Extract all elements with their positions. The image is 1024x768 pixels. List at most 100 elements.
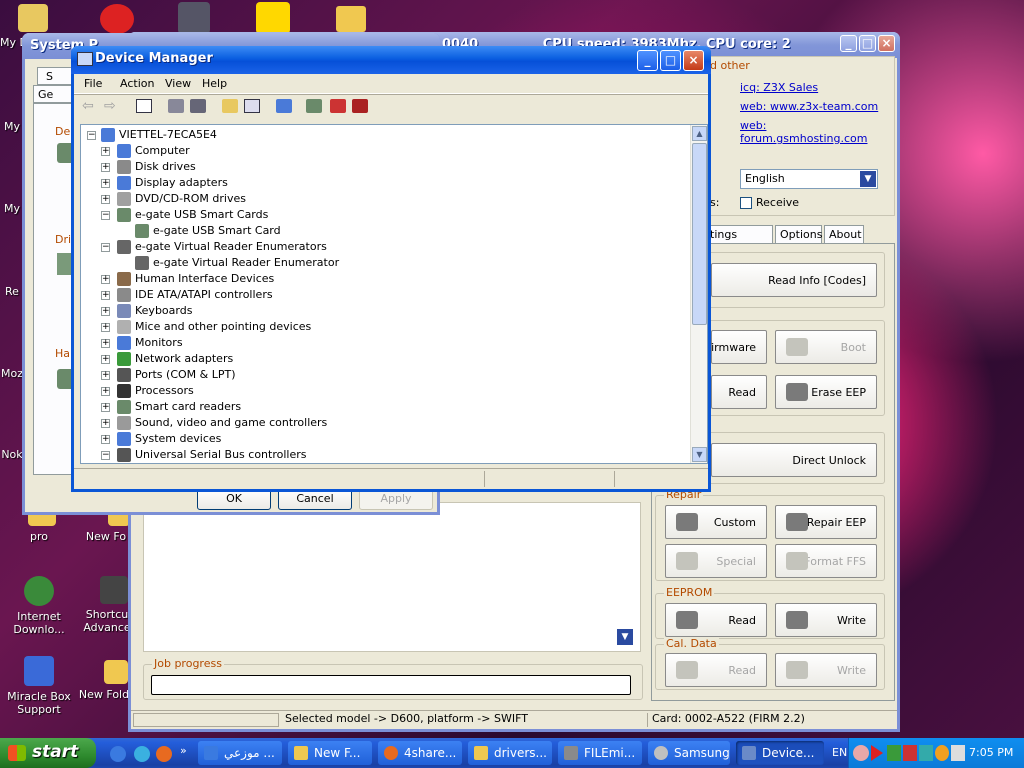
desktop-icon-recycle[interactable]: Re — [0, 285, 24, 298]
tray-shield-icon[interactable] — [903, 745, 917, 761]
expand-icon[interactable]: + — [101, 387, 110, 396]
link-icq[interactable]: icq: Z3X Sales — [740, 81, 818, 94]
eeprom-read-button[interactable]: Read — [665, 603, 767, 637]
log-scroll-down-button[interactable]: ▼ — [617, 629, 633, 645]
taskbar-item-samsung[interactable]: Samsung — [648, 741, 730, 765]
disable-icon[interactable] — [352, 99, 368, 113]
firmware-button[interactable]: Firmware — [706, 330, 767, 364]
collapse-icon[interactable]: − — [101, 211, 110, 220]
taskbar-item-4share[interactable]: 4share... — [378, 741, 462, 765]
tree-item[interactable]: + Network adapters — [81, 351, 681, 367]
expand-icon[interactable]: + — [101, 323, 110, 332]
eeprom-write-button[interactable]: Write — [775, 603, 877, 637]
chevron-down-icon[interactable]: ▼ — [860, 171, 876, 187]
menu-action[interactable]: Action — [120, 77, 154, 90]
expand-icon[interactable]: + — [101, 307, 110, 316]
taskbar-item-drivers[interactable]: drivers... — [468, 741, 552, 765]
expand-icon[interactable]: + — [101, 163, 110, 172]
forward-icon[interactable]: ⇨ — [104, 98, 120, 114]
expand-icon[interactable]: + — [101, 275, 110, 284]
expand-icon[interactable]: + — [101, 195, 110, 204]
desktop-icon-my-computer[interactable]: My — [0, 120, 24, 133]
desktop-icon-my-network[interactable]: My — [0, 202, 24, 215]
back-icon[interactable]: ⇦ — [82, 98, 98, 114]
tree-item[interactable]: + Human Interface Devices — [81, 271, 681, 287]
quicklaunch-more-icon[interactable]: » — [180, 744, 187, 757]
cal-read-button[interactable]: Read — [665, 653, 767, 687]
direct-unlock-button[interactable]: Direct Unlock — [711, 443, 877, 477]
taskbar-item-device-manager[interactable]: Device... — [736, 741, 824, 765]
read-info-button[interactable]: Read Info [Codes] — [711, 263, 877, 297]
expand-icon[interactable]: + — [101, 179, 110, 188]
update-driver-icon[interactable] — [306, 99, 322, 113]
cal-write-button[interactable]: Write — [775, 653, 877, 687]
tree-item[interactable]: − e-gate Virtual Reader Enumerators — [81, 239, 681, 255]
log-area[interactable] — [143, 502, 641, 652]
clock[interactable]: 7:05 PM — [969, 746, 1013, 759]
scan-hardware-icon[interactable] — [276, 99, 292, 113]
app-icon-flash[interactable] — [178, 2, 210, 34]
tree-item[interactable]: − e-gate USB Smart Cards — [81, 207, 681, 223]
desktop-icon-internet-download-manager[interactable]: Internet Downlo... — [0, 576, 78, 636]
link-web-forum[interactable]: web: forum.gsmhosting.com — [740, 119, 894, 145]
close-button[interactable]: × — [878, 35, 895, 52]
collapse-icon[interactable]: − — [101, 451, 110, 460]
expand-icon[interactable]: + — [101, 291, 110, 300]
expand-icon[interactable]: + — [101, 403, 110, 412]
expand-icon[interactable]: + — [101, 419, 110, 428]
erase-eep-button[interactable]: Erase EEP — [775, 375, 877, 409]
uninstall-icon[interactable] — [330, 99, 346, 113]
boot-button[interactable]: Boot — [775, 330, 877, 364]
menu-help[interactable]: Help — [202, 77, 227, 90]
tree-item[interactable]: e-gate Virtual Reader Enumerator — [81, 255, 681, 271]
tree-root[interactable]: − VIETTEL-7ECA5E4 — [81, 127, 681, 143]
show-hide-tree-icon[interactable] — [136, 99, 152, 113]
collapse-icon[interactable]: − — [101, 243, 110, 252]
minimize-button[interactable]: _ — [637, 50, 658, 71]
language-select[interactable]: English ▼ — [740, 169, 878, 189]
taskbar-item-filemi[interactable]: FILEmi... — [558, 741, 642, 765]
read-button[interactable]: Read — [711, 375, 767, 409]
device-manager-title-bar[interactable]: Device Manager — [71, 46, 711, 74]
firefox-quicklaunch-icon[interactable] — [156, 746, 172, 762]
tree-item[interactable]: + Monitors — [81, 335, 681, 351]
tray-network-icon[interactable] — [887, 745, 901, 761]
app-icon-spt[interactable] — [256, 2, 290, 34]
tray-volume-icon[interactable] — [951, 745, 965, 761]
print-icon[interactable] — [190, 99, 206, 113]
tray-app-icon[interactable] — [935, 745, 949, 761]
tree-item[interactable]: + IDE ATA/ATAPI controllers — [81, 287, 681, 303]
tree-item[interactable]: − Universal Serial Bus controllers — [81, 447, 681, 463]
taskbar-item-arabic[interactable]: موزعي ... — [198, 741, 282, 765]
tree-item[interactable]: + DVD/CD-ROM drives — [81, 191, 681, 207]
messenger-quicklaunch-icon[interactable] — [134, 746, 150, 762]
tray-play-icon[interactable] — [871, 745, 883, 761]
desktop-icon-new-folder-2[interactable]: New Fold — [78, 660, 130, 701]
tree-item[interactable]: + Keyboards — [81, 303, 681, 319]
tree-item[interactable]: + Sound, video and game controllers — [81, 415, 681, 431]
device-tree[interactable]: − VIETTEL-7ECA5E4 + Computer + Disk drives +… — [80, 124, 708, 464]
desktop-icon-nokia[interactable]: Nok — [0, 448, 24, 461]
desktop-icon-miracle-box[interactable]: Miracle Box Support — [0, 656, 78, 716]
expand-icon[interactable]: + — [101, 371, 110, 380]
expand-icon[interactable]: + — [101, 435, 110, 444]
start-button[interactable]: start — [0, 738, 96, 768]
view-icon[interactable] — [244, 99, 260, 113]
close-button[interactable]: × — [683, 50, 704, 71]
tree-item[interactable]: + Mice and other pointing devices — [81, 319, 681, 335]
menu-file[interactable]: File — [84, 77, 102, 90]
language-indicator[interactable]: EN — [832, 746, 847, 759]
tree-item[interactable]: + System devices — [81, 431, 681, 447]
maximize-button[interactable]: □ — [660, 50, 681, 71]
tree-item[interactable]: + Processors — [81, 383, 681, 399]
custom-button[interactable]: Custom — [665, 505, 767, 539]
tab-options[interactable]: Options — [775, 225, 822, 243]
expand-icon[interactable]: + — [101, 147, 110, 156]
minimize-button[interactable]: _ — [840, 35, 857, 52]
expand-icon[interactable]: + — [101, 355, 110, 364]
tree-scrollbar[interactable]: ▲ ▼ — [690, 125, 707, 463]
help-icon[interactable] — [222, 99, 238, 113]
taskbar-item-new-folder[interactable]: New F... — [288, 741, 372, 765]
app-icon-folder-top[interactable] — [336, 6, 366, 32]
tree-item[interactable]: + Computer — [81, 143, 681, 159]
